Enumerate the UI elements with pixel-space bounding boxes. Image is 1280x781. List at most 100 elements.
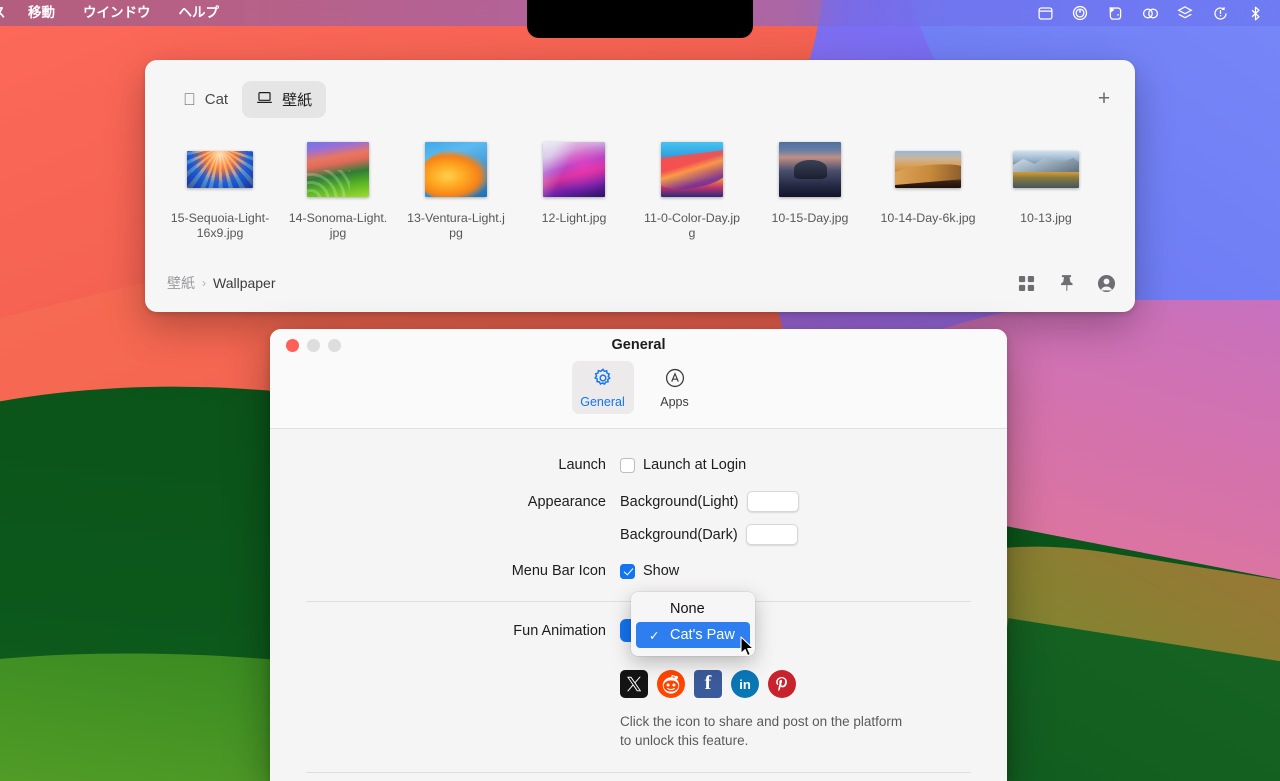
file-name: 13-Ventura-Light.jpg	[407, 211, 505, 240]
show-menu-bar-icon-checkbox[interactable]	[620, 563, 635, 579]
gear-icon	[592, 367, 614, 392]
thumbnail-wrap	[279, 138, 397, 200]
mouse-cursor	[740, 636, 754, 657]
tab-wallpaper[interactable]: 壁紙	[242, 80, 327, 118]
menu-bar-icon-label: Menu Bar Icon	[511, 563, 606, 579]
share-note: Click the icon to share and post on the …	[620, 714, 903, 748]
dropdown-option-cats-paw[interactable]: ✓ Cat's Paw	[636, 622, 750, 648]
file-name: 12-Light.jpg	[541, 211, 607, 225]
fun-animation-dropdown-menu[interactable]: None ✓ Cat's Paw	[631, 592, 755, 656]
menu-bar-icon-control[interactable]: Show	[620, 563, 679, 579]
battery-case-icon[interactable]	[1104, 2, 1126, 24]
wallpaper-thumbnail	[187, 150, 253, 188]
dropdown-option-cats-paw-label: Cat's Paw	[670, 627, 735, 643]
thumbnail-wrap	[515, 138, 633, 200]
menu-item-help[interactable]: ヘルプ	[165, 0, 234, 26]
tab-cat[interactable]:  Cat	[169, 83, 242, 116]
pinterest-icon[interactable]	[768, 670, 796, 698]
dropdown-option-none[interactable]: None	[636, 596, 750, 622]
background-dark-label: Background(Dark)	[620, 526, 738, 543]
list-item[interactable]: 11-0-Color-Day.jpg	[633, 138, 751, 256]
tab-cat-label: Cat	[192, 90, 228, 108]
file-name: 10-13.jpg	[1020, 211, 1072, 225]
power-icon[interactable]	[1069, 2, 1091, 24]
clock-alert-icon[interactable]	[1209, 2, 1231, 24]
settings-titlebar: General General Apps	[270, 329, 1007, 429]
thumbnail-wrap	[397, 138, 515, 200]
background-light-label: Background(Light)	[620, 493, 739, 510]
list-item[interactable]: 13-Ventura-Light.jpg	[397, 138, 515, 256]
list-item[interactable]: 12-Light.jpg	[515, 138, 633, 256]
x-twitter-icon[interactable]	[620, 670, 648, 698]
list-item[interactable]: 15-Sequoia-Light-16x9.jpg	[161, 138, 279, 256]
stack-layers-icon[interactable]	[1174, 2, 1196, 24]
launch-control[interactable]: Launch at Login	[620, 457, 746, 473]
thumbnail-wrap	[161, 138, 279, 200]
file-name: 10-15-Day.jpg	[771, 211, 849, 225]
account-icon[interactable]	[1095, 272, 1117, 294]
fun-animation-label: Fun Animation	[513, 622, 606, 639]
tab-general[interactable]: General	[571, 361, 634, 414]
breadcrumb-current[interactable]: Wallpaper	[213, 275, 276, 291]
thumbnail-wrap	[869, 138, 987, 200]
launch-at-login-label: Launch at Login	[643, 457, 747, 473]
finder-tool-buttons	[1015, 272, 1117, 294]
reddit-icon[interactable]	[657, 670, 685, 698]
facebook-icon[interactable]: f	[694, 670, 722, 698]
circle-a-icon	[664, 367, 686, 392]
laptop-icon	[256, 91, 273, 108]
file-name: 15-Sequoia-Light-16x9.jpg	[170, 211, 270, 240]
screenshot-icon[interactable]	[1034, 2, 1056, 24]
wallpaper-thumbnail	[779, 141, 841, 197]
apple-icon: 	[183, 91, 196, 108]
appearance-light-control[interactable]: Background(Light)	[620, 491, 799, 512]
wallpaper-file-grid: 15-Sequoia-Light-16x9.jpg 14-Sonoma-Ligh…	[145, 138, 1135, 256]
thumbnail-wrap	[751, 138, 869, 200]
wallpaper-thumbnail	[425, 141, 487, 197]
file-name: 14-Sonoma-Light.jpg	[288, 211, 388, 240]
general-settings-window: General General Apps Launch Launch at Lo…	[270, 329, 1007, 781]
wallpaper-thumbnail	[895, 150, 961, 188]
creative-cloud-icon[interactable]	[1139, 2, 1161, 24]
launch-at-login-checkbox[interactable]	[620, 457, 635, 473]
background-dark-color-well[interactable]	[745, 524, 798, 545]
thumbnail-wrap	[987, 138, 1105, 200]
breadcrumb-root[interactable]: 壁紙	[167, 273, 195, 293]
social-share-row: f in	[620, 670, 796, 698]
linkedin-icon[interactable]: in	[731, 670, 759, 698]
tab-wallpaper-label: 壁紙	[269, 91, 312, 109]
launch-label: Launch	[558, 457, 606, 473]
file-name: 11-0-Color-Day.jpg	[644, 211, 740, 240]
breadcrumb: 壁紙 › Wallpaper	[145, 256, 1135, 310]
list-item[interactable]: 10-13.jpg	[987, 138, 1105, 256]
wallpaper-thumbnail	[1013, 150, 1079, 188]
page-title: General	[611, 337, 666, 353]
settings-tabs: General Apps	[270, 361, 1007, 414]
bluetooth-icon[interactable]	[1244, 2, 1266, 24]
menu-item-partial[interactable]: ス	[0, 0, 14, 26]
tab-apps[interactable]: Apps	[644, 361, 706, 414]
row-appearance-dark: Background(Dark)	[270, 524, 1007, 545]
file-name: 10-14-Day-6k.jpg	[880, 211, 976, 225]
pin-icon[interactable]	[1055, 272, 1077, 294]
wallpaper-thumbnail	[661, 141, 723, 197]
add-tag-button[interactable]: +	[1091, 86, 1117, 112]
thumbnail-wrap	[633, 138, 751, 200]
wallpaper-thumbnail	[543, 141, 605, 197]
background-light-color-well[interactable]	[746, 491, 799, 512]
grid-view-icon[interactable]	[1015, 272, 1037, 294]
menu-item-window[interactable]: ウインドウ	[69, 0, 165, 26]
dropdown-option-none-label: None	[670, 601, 705, 617]
row-launch: Launch Launch at Login	[270, 457, 1007, 473]
checkmark-icon: ✓	[649, 628, 660, 643]
breadcrumb-separator: ›	[202, 276, 206, 290]
menu-item-go[interactable]: 移動	[14, 0, 69, 26]
appearance-label: Appearance	[527, 493, 606, 510]
menu-bar-left: ス 移動 ウインドウ ヘルプ	[0, 0, 233, 26]
list-item[interactable]: 10-15-Day.jpg	[751, 138, 869, 256]
appearance-dark-control[interactable]: Background(Dark)	[620, 524, 798, 545]
list-item[interactable]: 10-14-Day-6k.jpg	[869, 138, 987, 256]
list-item[interactable]: 14-Sonoma-Light.jpg	[279, 138, 397, 256]
wallpaper-browser-toolbar:  Cat 壁紙 +	[145, 60, 1135, 138]
show-label: Show	[643, 563, 680, 579]
